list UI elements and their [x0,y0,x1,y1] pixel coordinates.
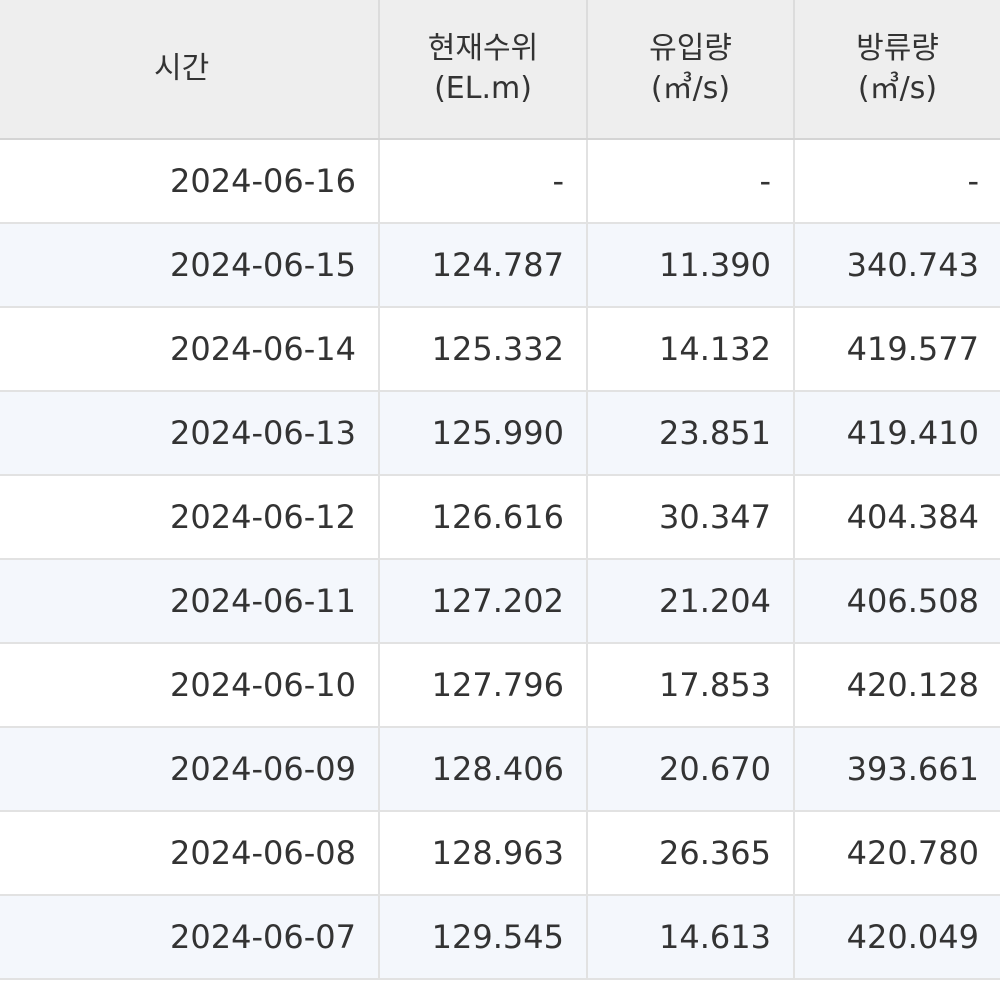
table-row: 2024-06-09 128.406 20.670 393.661 [0,727,1000,812]
cell-outflow: 420.049 [794,895,1000,980]
cell-inflow: 21.204 [587,559,795,644]
cell-water-level: 125.332 [379,307,588,392]
table-header: 시간 현재수위 (EL.m) 유입량 (㎥/s) 방류량 (㎥/s) [0,0,1000,140]
table-row: 2024-06-08 128.963 26.365 420.780 [0,811,1000,896]
cell-water-level: 128.406 [379,727,588,812]
cell-date: 2024-06-16 [0,139,380,224]
header-row: 시간 현재수위 (EL.m) 유입량 (㎥/s) 방류량 (㎥/s) [0,0,1000,140]
table-row: 2024-06-11 127.202 21.204 406.508 [0,559,1000,644]
cell-outflow: 420.780 [794,811,1000,896]
dam-data-table-container: 시간 현재수위 (EL.m) 유입량 (㎥/s) 방류량 (㎥/s) 2024-… [0,0,1000,985]
cell-date: 2024-06-10 [0,643,380,728]
table-row: 2024-06-13 125.990 23.851 419.410 [0,391,1000,476]
cell-inflow: 20.670 [587,727,795,812]
cell-outflow: 406.508 [794,559,1000,644]
cell-date: 2024-06-12 [0,475,380,560]
cell-inflow: - [587,139,795,224]
cell-inflow: 17.853 [587,643,795,728]
column-header-inflow: 유입량 (㎥/s) [587,0,795,140]
cell-outflow: 419.410 [794,391,1000,476]
cell-date: 2024-06-09 [0,727,380,812]
cell-date: 2024-06-14 [0,307,380,392]
table-row: 2024-06-15 124.787 11.390 340.743 [0,223,1000,308]
table-row: 2024-06-10 127.796 17.853 420.128 [0,643,1000,728]
cell-date: 2024-06-07 [0,895,380,980]
dam-data-table: 시간 현재수위 (EL.m) 유입량 (㎥/s) 방류량 (㎥/s) 2024-… [0,0,1000,980]
cell-outflow: 404.384 [794,475,1000,560]
cell-date: 2024-06-08 [0,811,380,896]
column-header-water-level-unit: (EL.m) [434,71,532,106]
cell-outflow: 393.661 [794,727,1000,812]
cell-outflow: 340.743 [794,223,1000,308]
table-row: 2024-06-16 - - - [0,139,1000,224]
cell-date: 2024-06-11 [0,559,380,644]
table-row: 2024-06-07 129.545 14.613 420.049 [0,895,1000,980]
cell-outflow: 419.577 [794,307,1000,392]
cell-inflow: 23.851 [587,391,795,476]
cell-water-level: 129.545 [379,895,588,980]
column-header-water-level-title: 현재수위 [427,31,539,66]
cell-date: 2024-06-13 [0,391,380,476]
cell-water-level: 128.963 [379,811,588,896]
table-row: 2024-06-14 125.332 14.132 419.577 [0,307,1000,392]
cell-inflow: 30.347 [587,475,795,560]
column-header-outflow-title: 방류량 [856,31,939,66]
column-header-time: 시간 [0,0,380,140]
column-header-water-level: 현재수위 (EL.m) [379,0,588,140]
cell-water-level: 125.990 [379,391,588,476]
cell-inflow: 26.365 [587,811,795,896]
column-header-outflow-unit: (㎥/s) [857,71,938,106]
column-header-inflow-unit: (㎥/s) [650,71,731,106]
cell-date: 2024-06-15 [0,223,380,308]
cell-water-level: 127.202 [379,559,588,644]
column-header-inflow-title: 유입량 [649,31,732,66]
table-row: 2024-06-12 126.616 30.347 404.384 [0,475,1000,560]
column-header-time-label: 시간 [154,51,210,86]
cell-outflow: - [794,139,1000,224]
cell-water-level: 124.787 [379,223,588,308]
table-body: 2024-06-16 - - - 2024-06-15 124.787 11.3… [0,139,1000,980]
cell-inflow: 14.132 [587,307,795,392]
cell-inflow: 11.390 [587,223,795,308]
column-header-outflow: 방류량 (㎥/s) [794,0,1000,140]
cell-water-level: 126.616 [379,475,588,560]
cell-water-level: - [379,139,588,224]
cell-water-level: 127.796 [379,643,588,728]
cell-outflow: 420.128 [794,643,1000,728]
cell-inflow: 14.613 [587,895,795,980]
